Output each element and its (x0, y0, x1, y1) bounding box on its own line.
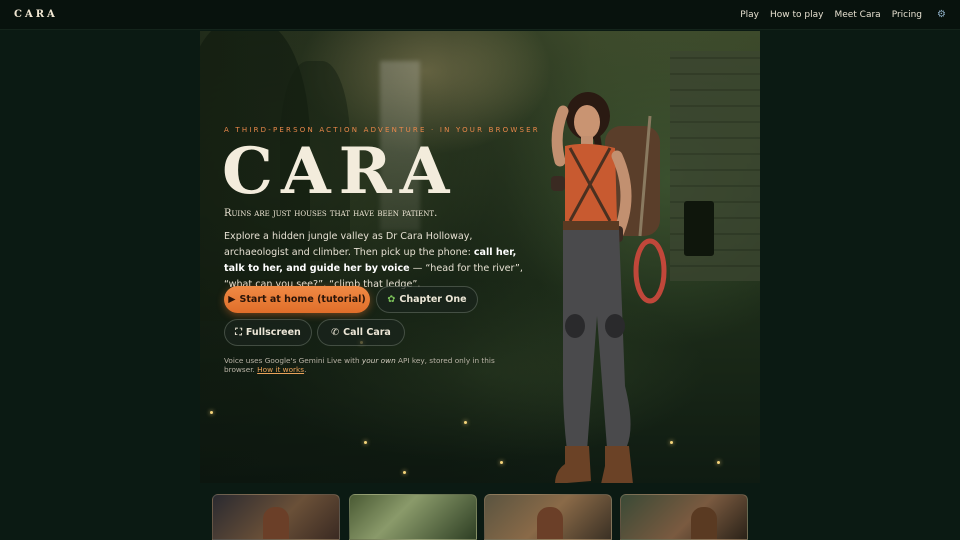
firefly (210, 411, 213, 414)
note-period: . (304, 365, 307, 374)
hero-description: Explore a hidden jungle valley as Dr Car… (224, 229, 529, 293)
firefly (403, 471, 406, 474)
note-text: Voice uses Google's Gemini Live with (224, 356, 362, 365)
top-navbar: CARA Play How to play Meet Cara Pricing … (0, 0, 960, 30)
nav-link-meet-cara[interactable]: Meet Cara (834, 10, 880, 20)
start-tutorial-label: Start at home (tutorial) (239, 294, 366, 305)
fullscreen-icon: ⛶ (235, 327, 242, 338)
firefly (500, 461, 503, 464)
play-icon: ▶ (228, 294, 236, 305)
start-tutorial-button[interactable]: ▶ Start at home (tutorial) (224, 286, 370, 313)
fullscreen-button[interactable]: ⛶ Fullscreen (224, 319, 312, 346)
gallery-thumbnail-artifact[interactable] (620, 494, 748, 540)
firefly (717, 461, 720, 464)
voice-note: Voice uses Google's Gemini Live with you… (224, 356, 524, 374)
call-cara-label: Call Cara (343, 327, 391, 338)
brand-logo[interactable]: CARA (14, 9, 58, 20)
leaf-icon: ✿ (387, 294, 396, 305)
phone-icon: ✆ (331, 327, 340, 338)
cara-figure-image (537, 507, 563, 539)
chapter-one-button[interactable]: ✿ Chapter One (376, 286, 478, 313)
hero-panel: A THIRD-PERSON ACTION ADVENTURE · IN YOU… (200, 31, 760, 483)
nav-link-how-to-play[interactable]: How to play (770, 10, 823, 20)
gallery-thumbnail-climb[interactable] (484, 494, 612, 540)
description-text: Explore a hidden jungle valley as Dr Car… (224, 231, 474, 258)
note-italic-text: your own (361, 356, 396, 365)
firefly (464, 421, 467, 424)
cara-figure-image (263, 507, 289, 539)
cara-figure-image (691, 507, 717, 539)
hero-title: CARA (222, 134, 458, 209)
how-it-works-link[interactable]: How it works (257, 365, 304, 374)
nav-link-pricing[interactable]: Pricing (892, 10, 922, 20)
gear-icon[interactable]: ⚙ (937, 9, 946, 20)
fullscreen-label: Fullscreen (245, 327, 301, 338)
gallery-thumbnail-home[interactable] (212, 494, 340, 540)
call-cara-button[interactable]: ✆ Call Cara (317, 319, 405, 346)
nav-link-play[interactable]: Play (740, 10, 759, 20)
hero-tagline: Ruins are just houses that have been pat… (224, 208, 438, 219)
chapter-one-label: Chapter One (399, 294, 467, 305)
nav-links: Play How to play Meet Cara Pricing ⚙ (740, 9, 946, 20)
gallery-thumbnail-jungle[interactable] (349, 494, 477, 540)
cara-character-image (551, 92, 667, 483)
firefly (364, 441, 367, 444)
